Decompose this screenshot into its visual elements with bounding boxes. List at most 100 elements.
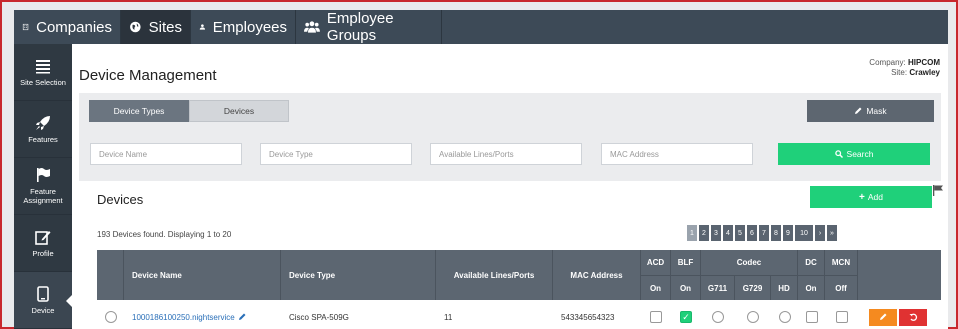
site-value: Crawley bbox=[909, 68, 940, 77]
dc-checkbox[interactable] bbox=[806, 302, 818, 329]
edit-icon bbox=[35, 230, 51, 245]
pencil-icon bbox=[880, 313, 887, 320]
plus-icon: + bbox=[859, 191, 865, 203]
col-mcn-off: Off bbox=[825, 275, 858, 300]
sidebar-item-feature-assignment[interactable]: Feature Assignment bbox=[14, 158, 72, 215]
col-actions bbox=[858, 250, 941, 300]
users-icon bbox=[304, 21, 320, 33]
col-acd-on: On bbox=[641, 275, 671, 300]
page-title: Device Management bbox=[79, 67, 217, 84]
tab-devices[interactable]: Devices bbox=[189, 100, 289, 122]
g711-radio[interactable] bbox=[712, 302, 724, 329]
device-name-input[interactable]: Device Name bbox=[90, 143, 242, 165]
g729-radio[interactable] bbox=[747, 302, 759, 329]
col-g711: G711 bbox=[701, 275, 735, 300]
page-1-button[interactable]: 1 bbox=[687, 225, 697, 241]
device-name-cell[interactable]: 1000186100250.nightservice bbox=[132, 302, 246, 329]
rocket-icon bbox=[36, 115, 50, 130]
pagination: 1 2 3 4 5 6 7 8 9 10 › » bbox=[687, 225, 837, 241]
sidebar-item-label: Features bbox=[28, 134, 58, 144]
tab-label: Companies bbox=[36, 18, 112, 36]
devices-section-title: Devices bbox=[97, 192, 144, 207]
col-blf-on: On bbox=[671, 275, 701, 300]
col-device-name[interactable]: Device Name bbox=[124, 250, 281, 300]
tab-employees[interactable]: Employees bbox=[191, 10, 296, 44]
next-page-button[interactable]: › bbox=[815, 225, 825, 241]
mcn-checkbox[interactable] bbox=[836, 302, 848, 329]
tab-employee-groups[interactable]: Employee Groups bbox=[296, 10, 442, 44]
sidebar-item-site-selection[interactable]: Site Selection bbox=[14, 44, 72, 101]
device-icon bbox=[37, 285, 49, 302]
col-dc-on: On bbox=[798, 275, 825, 300]
page-7-button[interactable]: 7 bbox=[759, 225, 769, 241]
mask-button[interactable]: Mask bbox=[807, 100, 934, 122]
sidebar-item-device[interactable]: Device bbox=[14, 272, 73, 329]
sidebar-item-features[interactable]: Features bbox=[14, 101, 72, 158]
table-header: Device Name Device Type Available Lines/… bbox=[97, 250, 941, 300]
page-9-button[interactable]: 9 bbox=[783, 225, 793, 241]
site-label: Site: bbox=[891, 68, 908, 77]
sidebar-item-profile[interactable]: Profile bbox=[14, 215, 72, 272]
col-g729: G729 bbox=[735, 275, 771, 300]
col-codec: Codec bbox=[701, 250, 798, 275]
blf-checkbox[interactable]: ✓ bbox=[680, 302, 692, 329]
pencil-icon bbox=[855, 107, 862, 114]
page-10-button[interactable]: 10 bbox=[795, 225, 813, 241]
report-flag-icon[interactable] bbox=[932, 184, 944, 196]
col-device-type[interactable]: Device Type bbox=[281, 250, 436, 300]
col-mac-address[interactable]: MAC Address bbox=[553, 250, 641, 300]
sidebar-item-label: Device bbox=[31, 305, 55, 315]
hd-radio[interactable] bbox=[779, 302, 791, 329]
available-lines-input[interactable]: Available Lines/Ports bbox=[430, 143, 582, 165]
col-acd: ACD bbox=[641, 250, 671, 275]
col-blf: BLF bbox=[671, 250, 701, 275]
col-hd: HD bbox=[771, 275, 798, 300]
col-mcn: MCN bbox=[825, 250, 858, 275]
reset-row-button[interactable] bbox=[899, 308, 927, 326]
building-icon bbox=[22, 23, 29, 31]
edit-row-button[interactable] bbox=[869, 308, 897, 326]
undo-icon bbox=[909, 313, 917, 321]
tab-label: Employees bbox=[212, 18, 287, 36]
search-icon bbox=[834, 150, 843, 158]
pencil-icon[interactable] bbox=[238, 313, 246, 321]
company-label: Company: bbox=[869, 58, 906, 67]
device-type-input[interactable]: Device Type bbox=[260, 143, 412, 165]
page-4-button[interactable]: 4 bbox=[723, 225, 733, 241]
tab-label: Sites bbox=[148, 18, 182, 36]
device-type-cell: Cisco SPA-509G bbox=[289, 312, 349, 322]
flag-icon bbox=[37, 168, 50, 182]
tab-label: Employee Groups bbox=[326, 10, 394, 44]
available-lines-cell: 11 bbox=[444, 312, 453, 322]
mac-address-input[interactable]: MAC Address bbox=[601, 143, 753, 165]
col-dc: DC bbox=[798, 250, 825, 275]
tab-sites[interactable]: Sites bbox=[121, 10, 191, 44]
col-available-lines[interactable]: Available Lines/Ports bbox=[436, 250, 553, 300]
search-row: Device Name Device Type Available Lines/… bbox=[79, 135, 941, 181]
select-column-header bbox=[97, 250, 124, 300]
company-info: Company: HIPCOM Site: Crawley bbox=[869, 58, 940, 78]
globe-icon bbox=[130, 21, 141, 33]
search-button-label: Search bbox=[846, 149, 874, 159]
page-8-button[interactable]: 8 bbox=[771, 225, 781, 241]
search-button[interactable]: Search bbox=[778, 143, 930, 165]
page-3-button[interactable]: 3 bbox=[711, 225, 721, 241]
tab-companies[interactable]: Companies bbox=[14, 10, 121, 44]
acd-checkbox[interactable] bbox=[650, 302, 662, 329]
add-device-button[interactable]: + Add bbox=[810, 186, 932, 208]
page-2-button[interactable]: 2 bbox=[699, 225, 709, 241]
sidebar-item-label: Profile bbox=[32, 248, 54, 258]
tab-device-types[interactable]: Device Types bbox=[89, 100, 189, 122]
row-select-radio[interactable] bbox=[105, 302, 117, 329]
table-row[interactable]: 1000186100250.nightservice Cisco SPA-509… bbox=[97, 302, 941, 329]
add-button-label: Add bbox=[867, 192, 883, 202]
list-icon bbox=[36, 59, 50, 73]
device-name-link[interactable]: 1000186100250.nightservice bbox=[132, 313, 235, 322]
company-value: HIPCOM bbox=[908, 58, 940, 67]
last-page-button[interactable]: » bbox=[827, 225, 837, 241]
sidebar-item-label: Feature Assignment bbox=[23, 187, 63, 205]
user-icon bbox=[199, 24, 206, 30]
page-5-button[interactable]: 5 bbox=[735, 225, 745, 241]
mask-button-label: Mask bbox=[866, 106, 887, 116]
page-6-button[interactable]: 6 bbox=[747, 225, 757, 241]
